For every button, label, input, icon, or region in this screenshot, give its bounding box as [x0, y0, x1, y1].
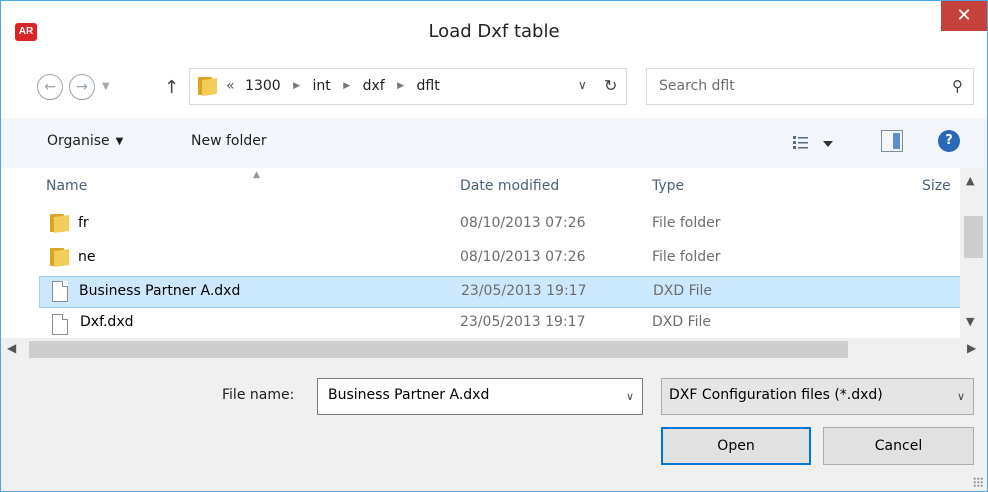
forward-button[interactable]: → [69, 74, 95, 100]
scroll-left-icon[interactable]: ◀ [7, 341, 16, 355]
arrow-left-icon: ← [44, 79, 56, 95]
file-name: Business Partner A.dxd [79, 283, 241, 299]
file-list: ▲ Name Date modified Type Size fr 08/10/… [39, 168, 961, 338]
scroll-right-icon[interactable]: ▶ [967, 341, 976, 355]
scroll-down-icon[interactable]: ▼ [966, 315, 974, 328]
file-date: 23/05/2013 19:17 [460, 314, 586, 330]
arrow-up-icon: ↑ [164, 77, 180, 98]
file-name-value: Business Partner A.dxd [328, 387, 490, 403]
folder-icon [50, 214, 69, 234]
breadcrumb-item[interactable]: 1300 [245, 78, 281, 94]
sort-ascending-icon: ▲ [253, 170, 260, 180]
file-type: File folder [652, 215, 721, 231]
load-dxf-dialog: AR Load Dxf table ✕ ← → ▼ ↑ « 1300 ▶ int… [0, 0, 988, 492]
file-type: File folder [652, 249, 721, 265]
details-view-icon [793, 136, 833, 149]
scroll-up-icon[interactable]: ▲ [966, 174, 974, 187]
chevron-down-icon[interactable]: ∨ [626, 390, 634, 403]
column-header-name[interactable]: Name [46, 178, 87, 194]
file-name-label: File name: [222, 387, 295, 403]
file-type-filter-select[interactable]: DXF Configuration files (*.dxd) ∨ [661, 378, 974, 415]
chevron-right-icon[interactable]: ▶ [293, 81, 300, 91]
table-row-selected[interactable]: Business Partner A.dxd 23/05/2013 19:17 … [39, 276, 961, 308]
folder-icon [198, 77, 218, 97]
column-header-type[interactable]: Type [652, 178, 684, 194]
breadcrumb: « 1300 ▶ int ▶ dxf ▶ dflt [226, 78, 440, 94]
search-icon[interactable]: ⚲ [952, 77, 963, 95]
column-header-date[interactable]: Date modified [460, 178, 559, 194]
window-title: Load Dxf table [428, 21, 560, 42]
chevron-right-icon[interactable]: ▶ [343, 81, 350, 91]
vertical-scroll-thumb[interactable] [964, 216, 983, 258]
breadcrumb-item[interactable]: dflt [417, 78, 440, 94]
caret-down-icon: ▼ [115, 136, 124, 147]
file-name: ne [78, 249, 96, 265]
command-toolbar: Organise ▼ New folder ? [1, 118, 987, 168]
horizontal-scrollbar[interactable]: ◀ ▶ [1, 338, 987, 362]
table-row[interactable]: Dxf.dxd 23/05/2013 19:17 DXD File [40, 310, 960, 338]
table-row[interactable]: fr 08/10/2013 07:26 File folder [40, 209, 960, 240]
address-dropdown-chevron-icon[interactable]: ∨ [578, 78, 587, 92]
address-bar[interactable]: « 1300 ▶ int ▶ dxf ▶ dflt ∨ ↻ [189, 68, 627, 105]
file-name: Dxf.dxd [80, 314, 134, 330]
preview-pane-icon[interactable] [881, 130, 903, 152]
resize-grip-icon[interactable] [973, 477, 983, 487]
breadcrumb-item[interactable]: int [313, 78, 331, 94]
column-header-size[interactable]: Size [922, 178, 951, 194]
column-header-row: ▲ Name Date modified Type Size [40, 168, 960, 206]
horizontal-scroll-thumb[interactable] [29, 341, 848, 358]
organise-label: Organise [47, 133, 110, 149]
file-type-filter-value: DXF Configuration files (*.dxd) [669, 387, 883, 403]
file-type: DXD File [653, 283, 713, 299]
breadcrumb-overflow[interactable]: « [226, 78, 235, 94]
back-button[interactable]: ← [37, 74, 63, 100]
help-icon[interactable]: ? [938, 130, 960, 152]
breadcrumb-item[interactable]: dxf [363, 78, 385, 94]
file-date: 08/10/2013 07:26 [460, 249, 586, 265]
file-date: 23/05/2013 19:17 [461, 283, 587, 299]
file-type: DXD File [652, 314, 712, 330]
up-level-button[interactable]: ↑ [164, 77, 179, 98]
file-name: fr [78, 215, 89, 231]
organise-button[interactable]: Organise ▼ [47, 133, 123, 149]
chevron-down-icon[interactable]: ∨ [957, 390, 965, 403]
cancel-button[interactable]: Cancel [823, 427, 974, 465]
change-view-button[interactable] [791, 131, 835, 155]
close-button[interactable]: ✕ [941, 1, 987, 31]
search-input[interactable]: Search dflt ⚲ [646, 68, 974, 105]
dialog-footer: File name: Business Partner A.dxd ∨ DXF … [1, 362, 987, 491]
table-row[interactable]: ne 08/10/2013 07:26 File folder [40, 243, 960, 274]
file-name-input[interactable]: Business Partner A.dxd ∨ [317, 378, 643, 415]
file-date: 08/10/2013 07:26 [460, 215, 586, 231]
arrow-right-icon: → [76, 79, 88, 95]
recent-locations-chevron-icon[interactable]: ▼ [102, 81, 110, 92]
folder-icon [50, 248, 69, 268]
file-icon [52, 281, 68, 302]
new-folder-button[interactable]: New folder [191, 133, 267, 149]
vertical-scrollbar[interactable]: ▲ ▼ [960, 168, 987, 338]
open-button[interactable]: Open [661, 427, 811, 465]
title-bar: AR Load Dxf table ✕ [1, 1, 987, 63]
chevron-right-icon[interactable]: ▶ [397, 81, 404, 91]
search-placeholder: Search dflt [659, 78, 735, 94]
refresh-icon[interactable]: ↻ [604, 76, 617, 95]
file-icon [52, 314, 68, 335]
